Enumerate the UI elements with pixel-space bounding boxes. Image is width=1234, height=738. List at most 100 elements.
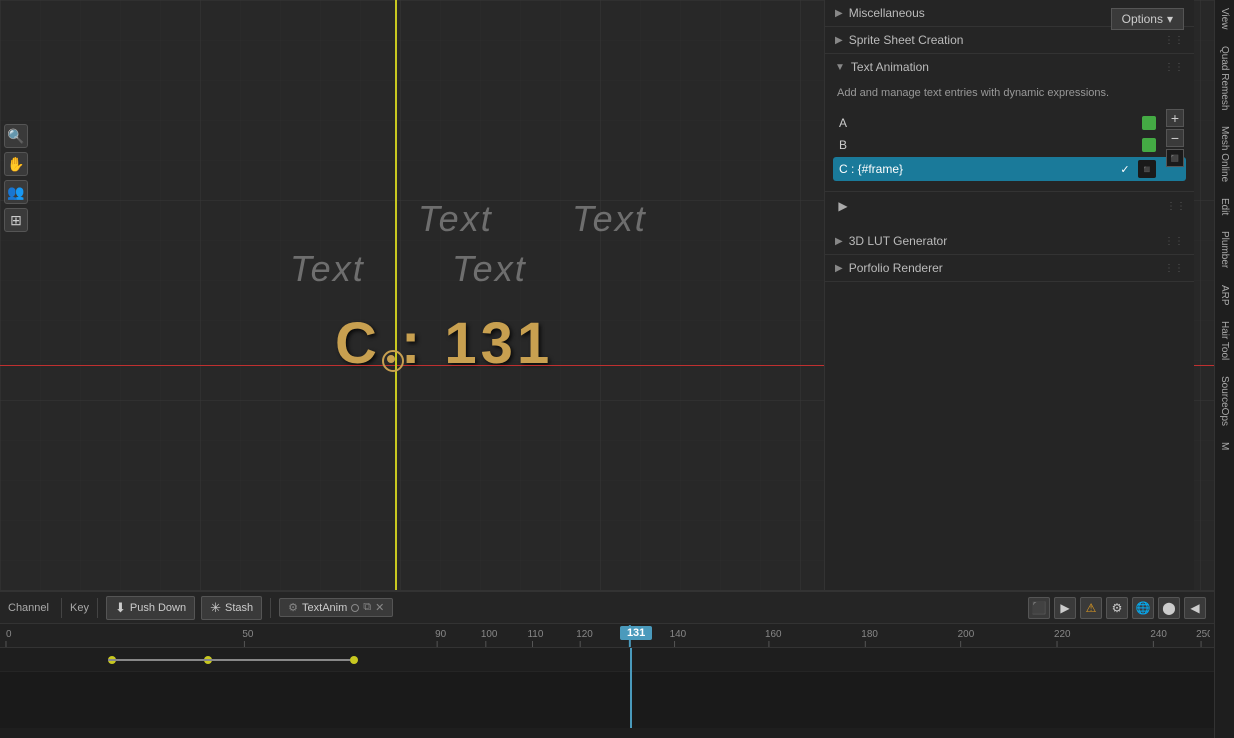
add-entry-button[interactable]: + [1166, 109, 1184, 127]
sprite-label: Sprite Sheet Creation [849, 33, 964, 47]
sidebar-tab-hair[interactable]: Hair Tool [1217, 313, 1232, 368]
entry-c-dark-btn: ◾ [1138, 160, 1156, 178]
tl-filter-icon[interactable]: ⚙ [1106, 597, 1128, 619]
tl-dot-icon[interactable]: ⬤ [1158, 597, 1180, 619]
text-animation-section: ▼ Text Animation ⋮⋮ Add and manage text … [825, 54, 1194, 282]
current-frame-indicator: 131 [620, 626, 652, 640]
tl-warn-icon[interactable]: ⚠ [1080, 597, 1102, 619]
svg-text:180: 180 [861, 629, 878, 640]
viewport-text-2: Text [572, 198, 647, 240]
dark-entry-button[interactable]: ◾ [1166, 149, 1184, 167]
entry-c-check: ✓ [1116, 160, 1134, 178]
svg-text:240: 240 [1150, 629, 1167, 640]
textanim-badge-icon1: ⚙ [288, 601, 298, 614]
timeline-right-controls: ⬛ ▶ ⚠ ⚙ 🌐 ⬤ ◀ [1028, 597, 1206, 619]
badge-close-icon: ✕ [375, 601, 384, 614]
stash-icon: ✳ [210, 600, 221, 616]
sprite-arrow-icon: ▶ [835, 35, 843, 46]
timeline-ruler: 131 0 50 90 100 110 120 131 140 [0, 624, 1214, 648]
svg-text:50: 50 [242, 629, 253, 640]
tl-globe-icon[interactable]: 🌐 [1132, 597, 1154, 619]
origin-dot [387, 355, 395, 363]
lut-section: ▶ 3D LUT Generator ⋮⋮ [825, 228, 1194, 255]
badge-shield-icon [351, 604, 359, 612]
text-entry-a[interactable]: A [833, 113, 1186, 133]
entry-a-dot [1142, 116, 1156, 130]
portfolio-header[interactable]: ▶ Porfolio Renderer ⋮⋮ [825, 255, 1194, 281]
add-remove-container: + − ◾ [1166, 109, 1184, 167]
stash-button[interactable]: ✳ Stash [201, 596, 262, 620]
timeline-playhead [630, 648, 632, 728]
options-button[interactable]: Options ▾ [1111, 8, 1184, 30]
svg-text:90: 90 [435, 629, 446, 640]
entry-a-label: A [839, 116, 1138, 130]
timeline-tracks [0, 648, 1214, 728]
tl-play-icon[interactable]: ▶ [1054, 597, 1076, 619]
sprite-sheet-header[interactable]: ▶ Sprite Sheet Creation ⋮⋮ [825, 27, 1194, 53]
panel-drag-handle: ⋮⋮ [1166, 201, 1186, 212]
push-down-button[interactable]: ⬇ Push Down [106, 596, 195, 620]
lut-drag-icon: ⋮⋮ [1164, 236, 1184, 247]
sidebar-tab-sourceops[interactable]: SourceOps [1217, 368, 1232, 434]
options-label: Options [1122, 12, 1163, 26]
viewport-text-4: Text [452, 248, 527, 290]
svg-text:220: 220 [1054, 629, 1071, 640]
lut-header[interactable]: ▶ 3D LUT Generator ⋮⋮ [825, 228, 1194, 254]
text-entry-c[interactable]: C : {#frame} ✓ ◾ [833, 157, 1186, 181]
key-label: Key [70, 602, 89, 614]
misc-label: Miscellaneous [849, 6, 925, 20]
text-animation-header[interactable]: ▼ Text Animation ⋮⋮ [825, 54, 1194, 80]
sidebar-tab-edit[interactable]: Edit [1217, 190, 1232, 223]
svg-text:160: 160 [765, 629, 782, 640]
entry-b-label: B [839, 138, 1138, 152]
portfolio-label: Porfolio Renderer [849, 261, 943, 275]
toolbar-sep-2 [97, 598, 98, 618]
entry-c-label: C : {#frame} [839, 162, 1112, 176]
badge-copy-icon: ⧉ [363, 601, 371, 614]
text-entry-b[interactable]: B [833, 135, 1186, 155]
textanim-drag-icon: ⋮⋮ [1164, 62, 1184, 73]
sidebar-tab-m[interactable]: M [1217, 434, 1232, 458]
svg-text:140: 140 [670, 629, 687, 640]
misc-arrow-icon: ▶ [835, 8, 843, 19]
portfolio-drag-icon: ⋮⋮ [1164, 263, 1184, 274]
sprite-sheet-section: ▶ Sprite Sheet Creation ⋮⋮ [825, 27, 1194, 54]
textanim-arrow-icon: ▼ [835, 62, 845, 73]
timeline-toolbar: Channel Key ⬇ Push Down ✳ Stash ⚙ TextAn… [0, 592, 1214, 624]
toolbar-sep-1 [61, 598, 62, 618]
lut-label: 3D LUT Generator [849, 234, 948, 248]
lut-arrow-icon: ▶ [835, 236, 843, 247]
toolbar-hand-btn[interactable]: ✋ [4, 152, 28, 176]
toolbar-search-btn[interactable]: 🔍 [4, 124, 28, 148]
svg-text:110: 110 [528, 629, 544, 640]
push-down-label: Push Down [130, 602, 186, 614]
sidebar-tab-mesh-online[interactable]: Mesh Online [1217, 118, 1232, 190]
viewport-text-3: Text [290, 248, 365, 290]
sidebar-tab-plumber[interactable]: Plumber [1217, 223, 1232, 276]
svg-text:120: 120 [576, 629, 593, 640]
toolbar-grid-btn[interactable]: ⊞ [4, 208, 28, 232]
tl-back-icon[interactable]: ◀ [1184, 597, 1206, 619]
channel-label: Channel [8, 602, 49, 614]
textanim-badge[interactable]: ⚙ TextAnim ⧉ ✕ [279, 598, 393, 617]
options-chevron-icon: ▾ [1167, 12, 1173, 26]
svg-text:200: 200 [958, 629, 975, 640]
panel-controls: ▶ ⋮⋮ [825, 191, 1194, 220]
toolbar-sep-3 [270, 598, 271, 618]
sidebar-tab-quad[interactable]: Quad Remesh [1217, 38, 1232, 118]
svg-text:0: 0 [6, 629, 12, 640]
sprite-drag-icon: ⋮⋮ [1164, 35, 1184, 46]
stash-label: Stash [225, 602, 253, 614]
tl-select-icon[interactable]: ⬛ [1028, 597, 1050, 619]
entry-b-dot [1142, 138, 1156, 152]
playhead-vertical-line [395, 0, 397, 590]
viewport-text-1: Text [418, 198, 493, 240]
text-animation-description: Add and manage text entries with dynamic… [825, 80, 1194, 109]
textanim-label: Text Animation [851, 60, 929, 74]
sidebar-tab-view[interactable]: View [1217, 0, 1232, 38]
props-panel: ▶ Miscellaneous ⋮⋮ ▶ Sprite Sheet Creati… [824, 0, 1194, 590]
sidebar-tab-arp[interactable]: ARP [1217, 277, 1232, 314]
play-button[interactable]: ▶ [833, 196, 853, 216]
remove-entry-button[interactable]: − [1166, 129, 1184, 147]
toolbar-group-btn[interactable]: 👥 [4, 180, 28, 204]
